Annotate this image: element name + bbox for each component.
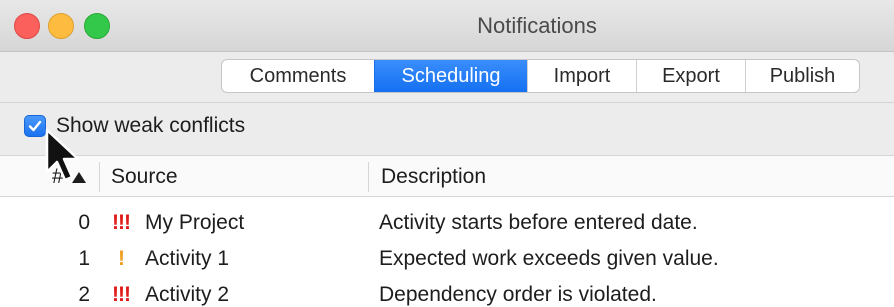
- row-source: My Project: [145, 211, 245, 234]
- row-description: Activity starts before entered date.: [379, 211, 698, 234]
- tab-import[interactable]: Import: [527, 60, 636, 92]
- row-number: 2: [78, 283, 90, 306]
- tab-scheduling[interactable]: Scheduling: [374, 60, 527, 92]
- mouse-pointer-icon: [45, 128, 80, 182]
- tab-publish[interactable]: Publish: [745, 60, 859, 92]
- row-description: Dependency order is violated.: [379, 283, 657, 306]
- tab-comments[interactable]: Comments: [222, 60, 374, 92]
- priority-high-indicator: !!!: [112, 211, 131, 234]
- row-source: Activity 1: [145, 247, 230, 270]
- checkmark-icon: [28, 120, 42, 132]
- show-weak-conflicts-label: Show weak conflicts: [56, 114, 246, 137]
- tab-segmented-control: Comments Scheduling Import Export Publis…: [221, 59, 860, 93]
- table-row[interactable]: 1 ! Activity 1 Expected work exceeds giv…: [0, 241, 894, 277]
- toolbar-divider: [0, 102, 894, 103]
- row-number: 1: [78, 247, 90, 270]
- column-header-source[interactable]: Source: [111, 156, 178, 197]
- tab-export[interactable]: Export: [636, 60, 745, 92]
- column-separator[interactable]: [368, 162, 369, 192]
- column-separator[interactable]: [99, 162, 100, 192]
- priority-high-indicator: !!!: [112, 283, 131, 306]
- table-row[interactable]: 0 !!! My Project Activity starts before …: [0, 205, 894, 241]
- title-bar: Notifications: [0, 0, 894, 52]
- row-number: 0: [78, 211, 90, 234]
- priority-medium-indicator: !: [118, 247, 125, 270]
- window-title: Notifications: [477, 13, 597, 38]
- toolbar: Comments Scheduling Import Export Publis…: [0, 52, 894, 102]
- row-description: Expected work exceeds given value.: [379, 247, 719, 270]
- notifications-table: 0 !!! My Project Activity starts before …: [0, 197, 894, 307]
- row-source: Activity 2: [145, 283, 230, 306]
- table-row[interactable]: 2 !!! Activity 2 Dependency order is vio…: [0, 277, 894, 307]
- column-header-description[interactable]: Description: [381, 156, 486, 197]
- show-weak-conflicts-checkbox[interactable]: [24, 115, 46, 137]
- table-header: # Source Description: [0, 155, 894, 197]
